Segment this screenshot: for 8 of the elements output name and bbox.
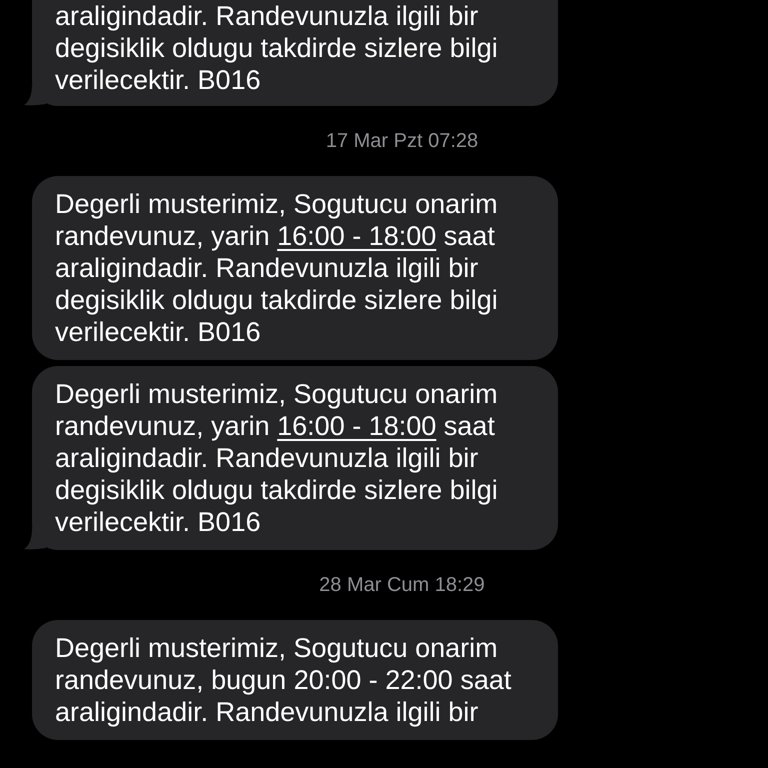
message-timestamp: 28 Mar Cum 18:29 [319,573,485,598]
message-timestamp: 17 Mar Pzt 07:28 [326,129,478,154]
message-text: Degerli musterimiz, Sogutucu onarim randevunuz, yarin 16:00 - 18:00 saat araligindadir. Randevunuzla ilgili bir degisiklik oldugu takdirde sizlere bilgi verilecektir. B016 [55,378,499,538]
message-text: Degerli musterimiz, Sogutucu onarim randevunuz, yarin 16:00 - 18:00 saat araligindadir. Randevunuzla ilgili bir degisiklik oldugu takdirde sizlere bilgi verilecektir. B016 [55,188,499,348]
time-link[interactable]: 16:00 - 18:00 [277,411,436,441]
time-link[interactable]: 16:00 - 18:00 [277,221,436,251]
message-text: Degerli musterimiz, Sogutucu onarim randevunuz, bugun 20:00 - 22:00 saat araligindadir. Randevunuzla ilgili bir [55,632,512,728]
message-text: araligindadir. Randevunuzla ilgili bir degisiklik oldugu takdirde sizlere bilgi verilecektir. B016 [55,0,499,96]
